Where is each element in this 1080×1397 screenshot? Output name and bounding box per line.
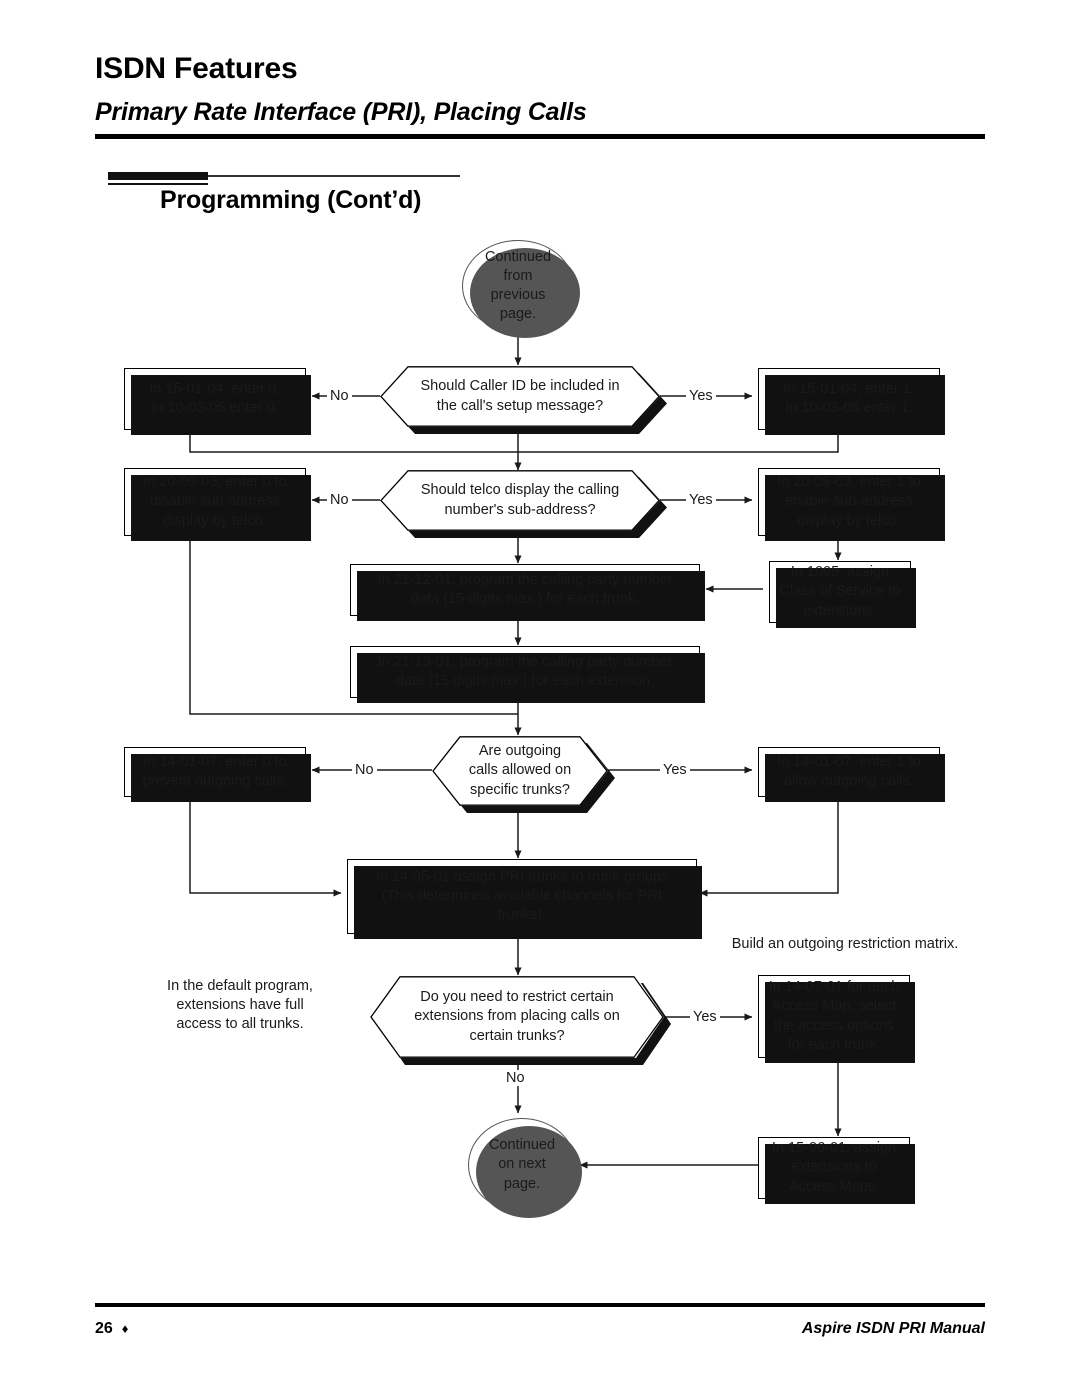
p211201-line-1: In 21-12-01, program the calling party n… bbox=[377, 571, 673, 588]
start-line-1: Continued bbox=[484, 248, 552, 265]
edge-label-no-1: No bbox=[327, 388, 352, 404]
decision-telco-sub-address: Should telco display the calling number'… bbox=[380, 470, 660, 531]
d4-yes-line-1: In 14-07-01 for each bbox=[768, 979, 900, 996]
p150601-line-3: Access Maps. bbox=[788, 1178, 880, 1195]
d2-no-line-2: disable sub-address bbox=[150, 493, 280, 510]
d3-no-line-2: prevent outgoing calls. bbox=[142, 773, 288, 789]
d3-line-2: calls allowed on bbox=[468, 762, 572, 779]
decision-outgoing-calls-allowed: Are outgoing calls allowed on specific t… bbox=[432, 736, 608, 806]
d1-yes-line-1: In 15-01-04, enter 1. bbox=[783, 380, 915, 397]
d2-yes-line-2: enable sub-address bbox=[785, 493, 913, 510]
d3-line-1: Are outgoing bbox=[478, 743, 562, 760]
end-line-2: on next bbox=[498, 1156, 546, 1173]
start-line-3: previous bbox=[490, 287, 546, 303]
edge-label-yes-3: Yes bbox=[660, 762, 690, 778]
p211301-line-2: data (15 digits max.) for each extension… bbox=[396, 673, 654, 689]
box-20-09-03-enter-0: In 20-09-03, enter 0 to disable sub-addr… bbox=[124, 468, 311, 541]
p211201-line-2: data (15 digits max.) for each trunk. bbox=[410, 591, 640, 607]
decision-caller-id-included: Should Caller ID be included in the call… bbox=[380, 366, 660, 427]
d3-yes-line-1: In 14-01-07, enter 1 to bbox=[777, 753, 921, 770]
end-line-1: Continued bbox=[488, 1137, 556, 1154]
p150601-line-1: In 15-06-01, assign bbox=[771, 1140, 897, 1157]
decision-2-text: Should telco display the calling number'… bbox=[420, 482, 620, 518]
edge-label-no-3: No bbox=[352, 762, 377, 778]
box-14-01-07-enter-1: In 14-01-07, enter 1 to allow outgoing c… bbox=[758, 747, 945, 802]
edge-label-no-4: No bbox=[503, 1070, 528, 1086]
decision-restrict-extensions: Do you need to restrict certain extensio… bbox=[370, 976, 664, 1058]
box-21-13-01-calling-party-extension: In 21-13-01, program the calling party n… bbox=[350, 646, 705, 703]
cos-line-3: extensions. bbox=[803, 602, 877, 619]
cos-line-2: Class of Service to bbox=[779, 583, 901, 600]
decision-1-text: Should Caller ID be included in the call… bbox=[420, 378, 620, 414]
p211301-line-1: In 21-13-01, program the calling party n… bbox=[377, 653, 673, 670]
d2-no-line-3: display by telco. bbox=[163, 512, 267, 529]
d3-no-line-1: In 14-01-07, enter 0 to bbox=[143, 753, 287, 770]
end-line-3: page. bbox=[503, 1175, 541, 1192]
d4-yes-line-3: the access options bbox=[773, 1017, 895, 1034]
box-1005-class-of-service: In 1005, assign Class of Service to exte… bbox=[769, 561, 916, 628]
cos-line-1: In 1005, assign bbox=[790, 564, 890, 581]
d4-line-1: Do you need to restrict certain bbox=[420, 989, 614, 1006]
box-14-01-07-enter-0: In 14-01-07, enter 0 to prevent outgoing… bbox=[124, 747, 311, 802]
p140501-line-2: (This determines available channels for … bbox=[381, 887, 663, 904]
edge-label-no-2: No bbox=[327, 492, 352, 508]
start-line-2: from bbox=[503, 267, 533, 284]
box-15-01-04-enter-0: In 15-01-04, enter 0. In 10-03-05 enter … bbox=[124, 368, 311, 435]
edge-label-yes-2: Yes bbox=[686, 492, 716, 508]
box-14-07-01-access-map: In 14-07-01 for each Access Map, select … bbox=[758, 975, 915, 1063]
d2-no-line-1: In 20-09-03, enter 0 to bbox=[143, 474, 287, 491]
d4-line-3: certain trunks? bbox=[469, 1027, 565, 1044]
box-14-05-01-trunk-groups: In 14-05-01 assign PRI trunks to trunk g… bbox=[347, 859, 702, 939]
d2-yes-line-3: display by telco. bbox=[797, 512, 901, 529]
start-line-4: page. bbox=[499, 306, 537, 323]
p150601-line-2: extensions to bbox=[791, 1159, 877, 1176]
d3-line-3: specific trunks? bbox=[470, 781, 570, 798]
d4-yes-line-2: Access Map, select bbox=[771, 998, 897, 1015]
terminator-continued-from-previous: Continued from previous page. bbox=[462, 240, 580, 338]
d3-yes-line-2: allow outgoing calls. bbox=[784, 773, 914, 789]
box-21-12-01-calling-party-trunk: In 21-12-01, program the calling party n… bbox=[350, 564, 705, 621]
p140501-line-1: In 14-05-01 assign PRI trunks to trunk g… bbox=[375, 868, 669, 885]
d4-yes-line-4: for each trunk. bbox=[787, 1036, 881, 1053]
document-page: ISDN Features Primary Rate Interface (PR… bbox=[0, 0, 1080, 1397]
d2-yes-line-1: In 20-09-03, enter 1 to bbox=[777, 474, 921, 491]
box-15-06-01-assign-extensions: In 15-06-01, assign extensions to Access… bbox=[758, 1137, 915, 1204]
edge-label-yes-1: Yes bbox=[686, 388, 716, 404]
d1-no-line-2: In 10-03-05 enter 0. bbox=[151, 400, 279, 416]
d1-yes-line-2: In 10-03-05 enter 1. bbox=[785, 400, 913, 416]
box-20-09-03-enter-1: In 20-09-03, enter 1 to enable sub-addre… bbox=[758, 468, 945, 541]
d4-line-2: extensions from placing calls on bbox=[414, 1008, 620, 1025]
d1-no-line-1: In 15-01-04, enter 0. bbox=[149, 380, 281, 397]
p140501-line-3: trunks). bbox=[497, 907, 547, 924]
box-15-01-04-enter-1: In 15-01-04, enter 1. In 10-03-05 enter … bbox=[758, 368, 945, 435]
terminator-continued-on-next: Continued on next page. bbox=[468, 1118, 582, 1218]
edge-label-yes-4: Yes bbox=[690, 1009, 720, 1025]
